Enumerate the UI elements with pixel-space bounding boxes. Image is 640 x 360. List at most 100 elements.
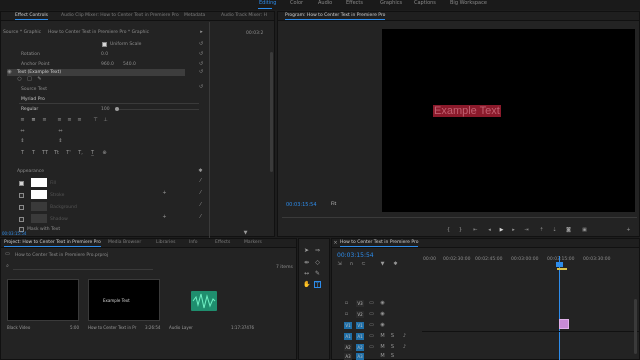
playhead-handle[interactable]: [556, 262, 563, 267]
font-size-slider-handle[interactable]: [115, 107, 119, 111]
ripple-edit-tool-icon[interactable]: ⇹: [303, 259, 310, 266]
reset-icon[interactable]: ↺: [199, 85, 204, 90]
font-size-value[interactable]: 100: [101, 107, 110, 112]
tab-audio-track-mixer[interactable]: Audio Track Mixer: H: [221, 13, 267, 18]
step-back-icon[interactable]: ◂: [487, 228, 492, 233]
source-label[interactable]: Source * Graphic: [3, 30, 41, 35]
tab-sequence[interactable]: How to Center Text in Premiere Pro: [340, 240, 419, 247]
justify-last-icon[interactable]: ≡: [67, 118, 72, 123]
timeline-scrollbar[interactable]: [634, 299, 637, 354]
add-shadow-icon[interactable]: +: [162, 215, 167, 220]
sequence-label[interactable]: How to Center Text in Premiere Pro * Gra…: [48, 30, 149, 35]
example-text-overlay[interactable]: Example Text: [433, 105, 501, 117]
style-dropdown[interactable]: Regular: [21, 107, 38, 112]
track-target-a2[interactable]: A2: [344, 344, 352, 351]
fill-swatch[interactable]: [31, 178, 47, 187]
workspace-color[interactable]: Color: [290, 0, 303, 6]
sync-lock-icon[interactable]: ▭: [369, 323, 374, 328]
tracking-icon[interactable]: ⇔: [20, 129, 25, 134]
close-icon[interactable]: ×: [333, 241, 338, 246]
eye-icon[interactable]: ◉: [7, 70, 12, 75]
stroke-checkbox[interactable]: [19, 193, 24, 198]
superscript-icon[interactable]: T': [66, 151, 71, 156]
filter-icon[interactable]: ▼: [243, 231, 248, 236]
snap-icon[interactable]: ∩: [349, 262, 354, 267]
lift-icon[interactable]: ⇡: [539, 228, 544, 233]
lock-icon[interactable]: ▫: [344, 301, 349, 306]
reset-icon[interactable]: ↺: [199, 42, 204, 47]
workspace-audio[interactable]: Audio: [318, 0, 332, 6]
text-layer-row[interactable]: Text (Example Text): [7, 69, 185, 76]
subscript-icon[interactable]: T,: [78, 151, 83, 156]
fill-checkbox[interactable]: [19, 181, 24, 186]
workspace-big[interactable]: Big Workspace: [450, 0, 487, 6]
thumbnail-audio[interactable]: [169, 279, 241, 321]
track-label-v3[interactable]: V3: [356, 300, 364, 307]
align-center-icon[interactable]: ≡: [31, 118, 36, 123]
reset-icon[interactable]: ↺: [199, 52, 204, 57]
play-icon[interactable]: ▶: [499, 228, 504, 233]
all-caps-icon[interactable]: TT: [42, 151, 48, 156]
track-label-a1[interactable]: A1: [356, 333, 364, 340]
reset-icon[interactable]: ↺: [199, 70, 204, 75]
go-to-in-icon[interactable]: ⇤: [473, 228, 478, 233]
eye-icon[interactable]: ◉: [380, 301, 385, 306]
rectangle-mask-icon[interactable]: □: [27, 77, 32, 82]
go-to-out-icon[interactable]: ⇥: [524, 228, 529, 233]
graphic-clip[interactable]: [559, 319, 569, 329]
tab-media-browser[interactable]: Media Browser: [108, 240, 141, 245]
tab-effect-controls[interactable]: Effect Controls: [15, 13, 48, 20]
comparison-view-icon[interactable]: ▣: [582, 228, 587, 233]
work-area-bar[interactable]: [557, 268, 567, 270]
export-frame-icon[interactable]: ◙: [566, 228, 571, 233]
search-input[interactable]: [13, 269, 153, 270]
shadow-checkbox[interactable]: [19, 217, 24, 222]
pen-icon[interactable]: ✎: [37, 77, 42, 82]
type-tool-icon[interactable]: T: [314, 281, 321, 289]
leading-icon[interactable]: ⇕: [20, 139, 25, 144]
align-top-icon[interactable]: ⊤: [93, 118, 98, 123]
small-caps-icon[interactable]: Tt: [54, 151, 59, 156]
play-only-icon[interactable]: ▸: [199, 30, 204, 35]
tab-audio-clip-mixer[interactable]: Audio Clip Mixer: How to Center Text in …: [61, 13, 179, 18]
track-label-v2[interactable]: V2: [356, 311, 364, 318]
eyedropper-icon[interactable]: ⁄: [198, 215, 203, 220]
mark-out-icon[interactable]: }: [458, 228, 463, 233]
ec-scrollbar[interactable]: [270, 52, 273, 172]
extract-icon[interactable]: ⇣: [552, 228, 557, 233]
font-dropdown[interactable]: Myriad Pro: [21, 97, 45, 102]
program-title[interactable]: Program: How to Center Text in Premiere …: [285, 13, 386, 20]
language-icon[interactable]: ⊕: [102, 151, 107, 156]
track-label-a3[interactable]: A3: [356, 353, 364, 360]
mic-icon[interactable]: ♪: [402, 345, 407, 350]
sync-lock-icon[interactable]: ▭: [369, 345, 374, 350]
track-target-v1[interactable]: V1: [344, 322, 352, 329]
faux-italic-icon[interactable]: T: [31, 151, 36, 156]
background-checkbox[interactable]: [19, 205, 24, 210]
settings-wrench-icon[interactable]: ✱: [393, 262, 398, 267]
workspace-effects[interactable]: Effects: [346, 0, 363, 6]
rotation-value[interactable]: 0.0: [101, 52, 108, 57]
slip-tool-icon[interactable]: ↔: [303, 270, 310, 277]
button-editor-icon[interactable]: +: [626, 228, 631, 233]
anchor-point-x[interactable]: 960.0: [101, 62, 114, 67]
tab-project[interactable]: Project: How to Center Text in Premiere …: [4, 240, 101, 247]
search-icon[interactable]: ⌕: [5, 264, 10, 269]
tab-libraries[interactable]: Libraries: [156, 240, 175, 245]
justify-all-icon[interactable]: ≡: [77, 118, 82, 123]
solo-icon[interactable]: S: [390, 334, 395, 339]
tab-effects[interactable]: Effects: [215, 240, 230, 245]
timeline-timecode[interactable]: 00:03:15:54: [337, 252, 374, 259]
mark-in-icon[interactable]: {: [446, 228, 451, 233]
playhead-line[interactable]: [559, 256, 560, 360]
anchor-point-y[interactable]: 540.0: [123, 62, 136, 67]
workspace-graphics[interactable]: Graphics: [380, 0, 402, 6]
hand-tool-icon[interactable]: ✋: [303, 281, 310, 288]
workspace-editing[interactable]: Editing: [259, 0, 276, 6]
mute-icon[interactable]: M: [380, 345, 385, 350]
tab-markers[interactable]: Markers: [244, 240, 262, 245]
align-left-icon[interactable]: ≡: [20, 118, 25, 123]
track-target-a1[interactable]: A1: [344, 333, 352, 340]
eyedropper-icon[interactable]: ⁄: [198, 191, 203, 196]
razor-tool-icon[interactable]: ◇: [314, 259, 321, 266]
